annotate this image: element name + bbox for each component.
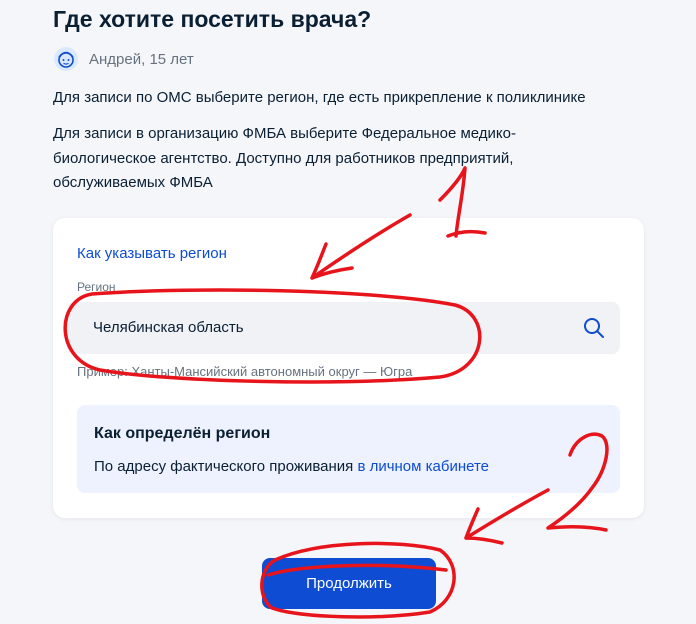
region-info-description: По адресу фактического проживания bbox=[94, 458, 354, 475]
region-hint: Пример: Ханты-Мансийский автономный окру… bbox=[77, 364, 413, 379]
region-card: Как указывать регион Регион Челябинская … bbox=[53, 218, 644, 518]
continue-button[interactable]: Продолжить bbox=[262, 558, 436, 609]
search-icon[interactable] bbox=[582, 316, 606, 340]
oms-instruction: Для записи по ОМС выберите регион, где е… bbox=[53, 89, 586, 106]
region-info-text: По адресу фактического проживания в личн… bbox=[94, 458, 489, 475]
region-help-link[interactable]: Как указывать регион bbox=[77, 245, 227, 262]
region-info-box: Как определён регион По адресу фактическ… bbox=[77, 405, 620, 493]
region-info-title: Как определён регион bbox=[94, 425, 271, 442]
personal-account-link[interactable]: в личном кабинете bbox=[357, 458, 489, 475]
region-input[interactable]: Челябинская область bbox=[67, 302, 620, 354]
page-title: Где хотите посетить врача? bbox=[53, 6, 372, 32]
fmba-instruction: Для записи в организацию ФМБА выберите Ф… bbox=[53, 125, 517, 191]
patient-name: Андрей, 15 лет bbox=[89, 50, 194, 68]
region-field-label: Регион bbox=[77, 280, 116, 294]
child-avatar-icon bbox=[53, 46, 79, 72]
patient-info: Андрей, 15 лет bbox=[53, 44, 194, 74]
region-input-value[interactable]: Челябинская область bbox=[93, 319, 244, 336]
